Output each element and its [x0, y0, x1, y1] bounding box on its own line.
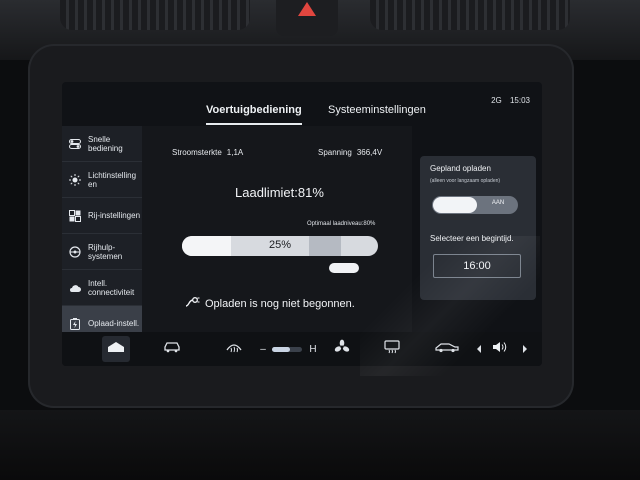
fan-high-label: H [309, 343, 317, 355]
front-defrost-button[interactable] [224, 340, 244, 358]
toggle-on-label: AAN [491, 200, 505, 206]
charging-status-text: Opladen is nog niet begonnen. [205, 297, 355, 310]
start-time-field[interactable]: 16:00 [433, 254, 521, 278]
sidebar-item-snelle-bediening[interactable]: Snelle bediening [62, 126, 142, 162]
light-icon [68, 173, 82, 186]
charging-status: Opladen is nog niet begonnen. [184, 296, 355, 311]
start-time-label: Selecteer een begintijd. [430, 234, 514, 243]
car-side-icon [435, 340, 459, 358]
charge-level-text: 25% [268, 239, 292, 251]
fan-button[interactable] [332, 339, 352, 360]
voltage-readout: Spanning 366,4V [318, 148, 382, 157]
volume-button[interactable] [490, 340, 510, 358]
sidebar-item-label: Intell. connectiviteit [88, 278, 135, 297]
bottom-bar: – H [62, 332, 542, 366]
fan-icon [334, 339, 350, 360]
rear-defrost-icon [384, 339, 400, 359]
sidebar-item-label: Rijhulp-systemen [88, 242, 123, 261]
planned-charging-subtitle: (alleen voor langzaam opladen) [430, 178, 501, 184]
car-settings-icon [68, 209, 82, 222]
home-icon [107, 340, 125, 358]
planned-charging-title: Gepland opladen [430, 164, 491, 173]
volume-up-button[interactable] [520, 340, 530, 358]
battery-icon [68, 317, 82, 330]
rear-defrost-button[interactable] [382, 339, 402, 359]
fan-low-label: – [260, 343, 266, 355]
sidebar-item-label: Rij-instellingen [88, 211, 141, 220]
car-icon [163, 340, 181, 358]
planned-charging-toggle[interactable]: AAN [432, 196, 518, 214]
right-air-vent [370, 0, 570, 30]
charging-plug-icon [184, 296, 200, 311]
infotainment-screen: 2G 15:03 Voertuigbediening Systeeminstel… [62, 82, 542, 366]
charge-level-bar[interactable]: 25% [182, 236, 378, 256]
status-bar: 2G 15:03 [485, 96, 530, 105]
fan-speed-fill [272, 347, 290, 352]
planned-charging-panel: Gepland opladen (alleen voor langzaam op… [420, 156, 536, 300]
charging-panel: Stroomsterkte 1,1A Spanning 366,4V Laadlim… [142, 126, 412, 336]
sidebar-item-connectiviteit[interactable]: Intell. connectiviteit [62, 270, 142, 306]
sidebar-item-label: Snelle bediening [88, 134, 123, 153]
sidebar: Snelle bediening Lichtinstelling en Rij-… [62, 126, 142, 342]
front-defrost-icon [225, 340, 243, 359]
sidebar-item-lichtinstellingen[interactable]: Lichtinstelling en [62, 162, 142, 198]
tab-systeeminstellingen[interactable]: Systeeminstellingen [328, 104, 426, 116]
left-air-vent [60, 0, 250, 30]
tab-voertuigbediening[interactable]: Voertuigbediening [206, 104, 302, 125]
toggle-icon [68, 138, 82, 150]
sidebar-item-label: Lichtinstelling en [88, 170, 137, 189]
hazard-icon [298, 2, 316, 16]
charge-limit-title: Laadlimiet:81% [235, 185, 324, 200]
chevron-right-icon [522, 340, 528, 358]
clock: 15:03 [509, 96, 530, 105]
optimal-level-label: Optimaal laadniveau:80% [307, 221, 376, 227]
current-value: 1,1A [226, 148, 244, 157]
sidebar-item-label: Oplaad-instell. [88, 319, 140, 328]
steering-wheel-icon [68, 245, 82, 258]
toggle-off-thumb [433, 197, 477, 213]
speaker-icon [492, 340, 508, 358]
voltage-label: Spanning [318, 148, 352, 157]
voltage-value: 366,4V [356, 148, 383, 157]
sidebar-item-rij-instellingen[interactable]: Rij-instellingen [62, 198, 142, 234]
current-readout: Stroomsterkte 1,1A [172, 148, 243, 157]
current-label: Stroomsterkte [172, 148, 222, 157]
cloud-icon [68, 282, 82, 294]
dashboard-bottom [0, 410, 640, 480]
car-side-view-button[interactable] [434, 340, 460, 358]
car-button[interactable] [162, 340, 182, 358]
home-button[interactable] [106, 340, 126, 358]
signal-indicator: 2G [491, 96, 502, 105]
volume-down-button[interactable] [474, 340, 484, 358]
fan-speed-slider[interactable] [272, 347, 302, 352]
chevron-left-icon [476, 340, 482, 358]
charge-limit-handle[interactable] [329, 263, 359, 273]
sidebar-item-rijhulpsystemen[interactable]: Rijhulp-systemen [62, 234, 142, 270]
